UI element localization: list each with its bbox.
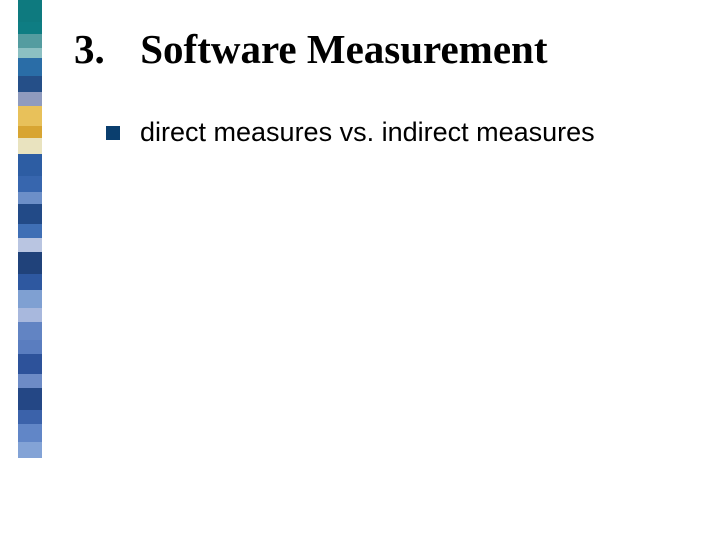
ribbon-segment	[18, 354, 42, 374]
ribbon-segment	[18, 138, 42, 154]
ribbon-segment	[18, 176, 42, 192]
ribbon-segment	[18, 290, 42, 308]
ribbon-segment	[18, 340, 42, 354]
ribbon-segment	[18, 48, 42, 58]
ribbon-segment	[18, 458, 42, 540]
ribbon-segment	[18, 22, 42, 34]
decorative-ribbon	[18, 0, 42, 540]
ribbon-segment	[18, 308, 42, 322]
ribbon-segment	[18, 0, 42, 22]
bullet-item: direct measures vs. indirect measures	[106, 116, 686, 148]
slide: 3. Software Measurement direct measures …	[0, 0, 720, 540]
ribbon-segment	[18, 442, 42, 458]
ribbon-segment	[18, 154, 42, 176]
ribbon-segment	[18, 374, 42, 388]
title-number: 3.	[74, 26, 130, 73]
ribbon-segment	[18, 238, 42, 252]
square-bullet-icon	[106, 126, 120, 140]
ribbon-segment	[18, 224, 42, 238]
ribbon-segment	[18, 252, 42, 274]
ribbon-segment	[18, 204, 42, 224]
ribbon-segment	[18, 274, 42, 290]
ribbon-segment	[18, 106, 42, 126]
ribbon-segment	[18, 192, 42, 204]
ribbon-segment	[18, 424, 42, 442]
title-text: Software Measurement	[140, 26, 547, 72]
ribbon-segment	[18, 388, 42, 410]
ribbon-segment	[18, 410, 42, 424]
ribbon-segment	[18, 58, 42, 76]
ribbon-segment	[18, 92, 42, 106]
title-area: 3. Software Measurement	[74, 26, 694, 73]
ribbon-segment	[18, 76, 42, 92]
ribbon-segment	[18, 322, 42, 340]
slide-title: 3. Software Measurement	[74, 26, 694, 73]
body-area: direct measures vs. indirect measures	[106, 116, 686, 148]
bullet-text: direct measures vs. indirect measures	[140, 116, 595, 148]
ribbon-segment	[18, 34, 42, 48]
ribbon-segment	[18, 126, 42, 138]
